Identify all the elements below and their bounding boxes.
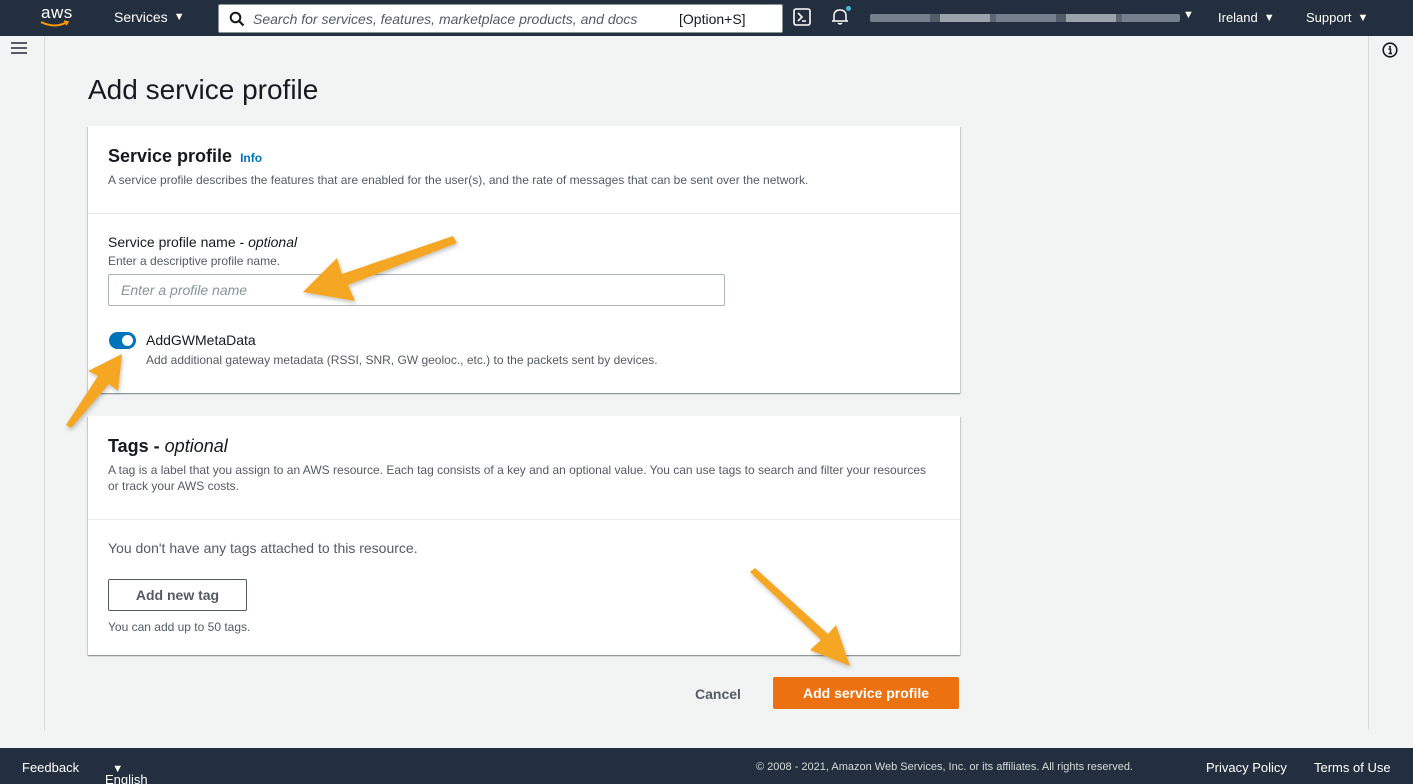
cloudshell-icon[interactable] [793,8,811,26]
top-navigation: aws Services ▼ [Option+S] ▼ Ireland ▼ Su… [0,0,1413,36]
chevron-down-icon: ▼ [1357,11,1369,24]
service-profile-description: A service profile describes the features… [108,173,809,187]
optional-label: optional [164,436,228,456]
add-gw-metadata-description: Add additional gateway metadata (RSSI, S… [146,353,658,367]
profile-name-hint: Enter a descriptive profile name. [108,254,281,268]
toggle-knob [122,335,133,346]
profile-name-label-text: Service profile name - [108,234,249,250]
terms-of-use-link[interactable]: Terms of Use [1314,760,1391,775]
tags-empty-text: You don't have any tags attached to this… [108,540,418,556]
aws-smile-icon [40,20,70,27]
profile-name-input[interactable] [108,274,725,306]
tags-title-text: Tags - [108,436,165,456]
services-label: Services [114,9,168,25]
add-gw-metadata-label: AddGWMetaData [146,332,256,348]
hamburger-menu-icon[interactable] [10,41,28,55]
feedback-link[interactable]: Feedback [22,760,79,775]
chevron-down-icon[interactable]: ▼ [1183,9,1194,21]
footer: Feedback English (US) ▼ © 2008 - 2021, A… [0,748,1413,784]
info-link[interactable]: Info [240,151,262,165]
region-selector[interactable]: Ireland ▼ [1218,10,1275,25]
copyright-text: © 2008 - 2021, Amazon Web Services, Inc.… [756,761,1133,773]
privacy-policy-link[interactable]: Privacy Policy [1206,760,1287,775]
tags-header: Tags - optional A tag is a label that yo… [88,416,960,520]
support-menu[interactable]: Support ▼ [1306,10,1368,25]
services-menu[interactable]: Services ▼ [114,9,185,25]
region-label: Ireland [1218,10,1258,25]
service-profile-title-row: Service profile Info [108,146,940,167]
chevron-down-icon: ▼ [173,11,185,23]
optional-label: optional [248,234,298,250]
page-title: Add service profile [88,74,319,105]
profile-name-label: Service profile name - optional [108,234,297,250]
search-input[interactable] [253,10,673,27]
aws-logo[interactable]: aws [38,3,78,33]
support-label: Support [1306,10,1352,25]
tags-title: Tags - optional [108,436,940,457]
chevron-down-icon: ▼ [1263,11,1275,24]
tags-limit-hint: You can add up to 50 tags. [108,620,251,634]
account-menu-redacted[interactable] [870,14,1180,22]
service-profile-title: Service profile [108,146,233,166]
search-icon [229,11,245,26]
language-selector[interactable]: English (US) ▼ [105,760,148,784]
search-shortcut: [Option+S] [679,10,746,27]
add-service-profile-button[interactable]: Add service profile [773,677,959,709]
search-bar[interactable]: [Option+S] [218,4,783,33]
language-label: English (US) [105,772,148,784]
add-gw-metadata-toggle[interactable] [109,332,136,349]
add-new-tag-button[interactable]: Add new tag [108,579,247,611]
notification-dot [846,6,851,11]
info-panel-icon[interactable] [1382,42,1398,58]
service-profile-header: Service profile Info A service profile d… [88,126,960,214]
cancel-button[interactable]: Cancel [680,679,756,709]
tags-description: A tag is a label that you assign to an A… [108,463,927,493]
